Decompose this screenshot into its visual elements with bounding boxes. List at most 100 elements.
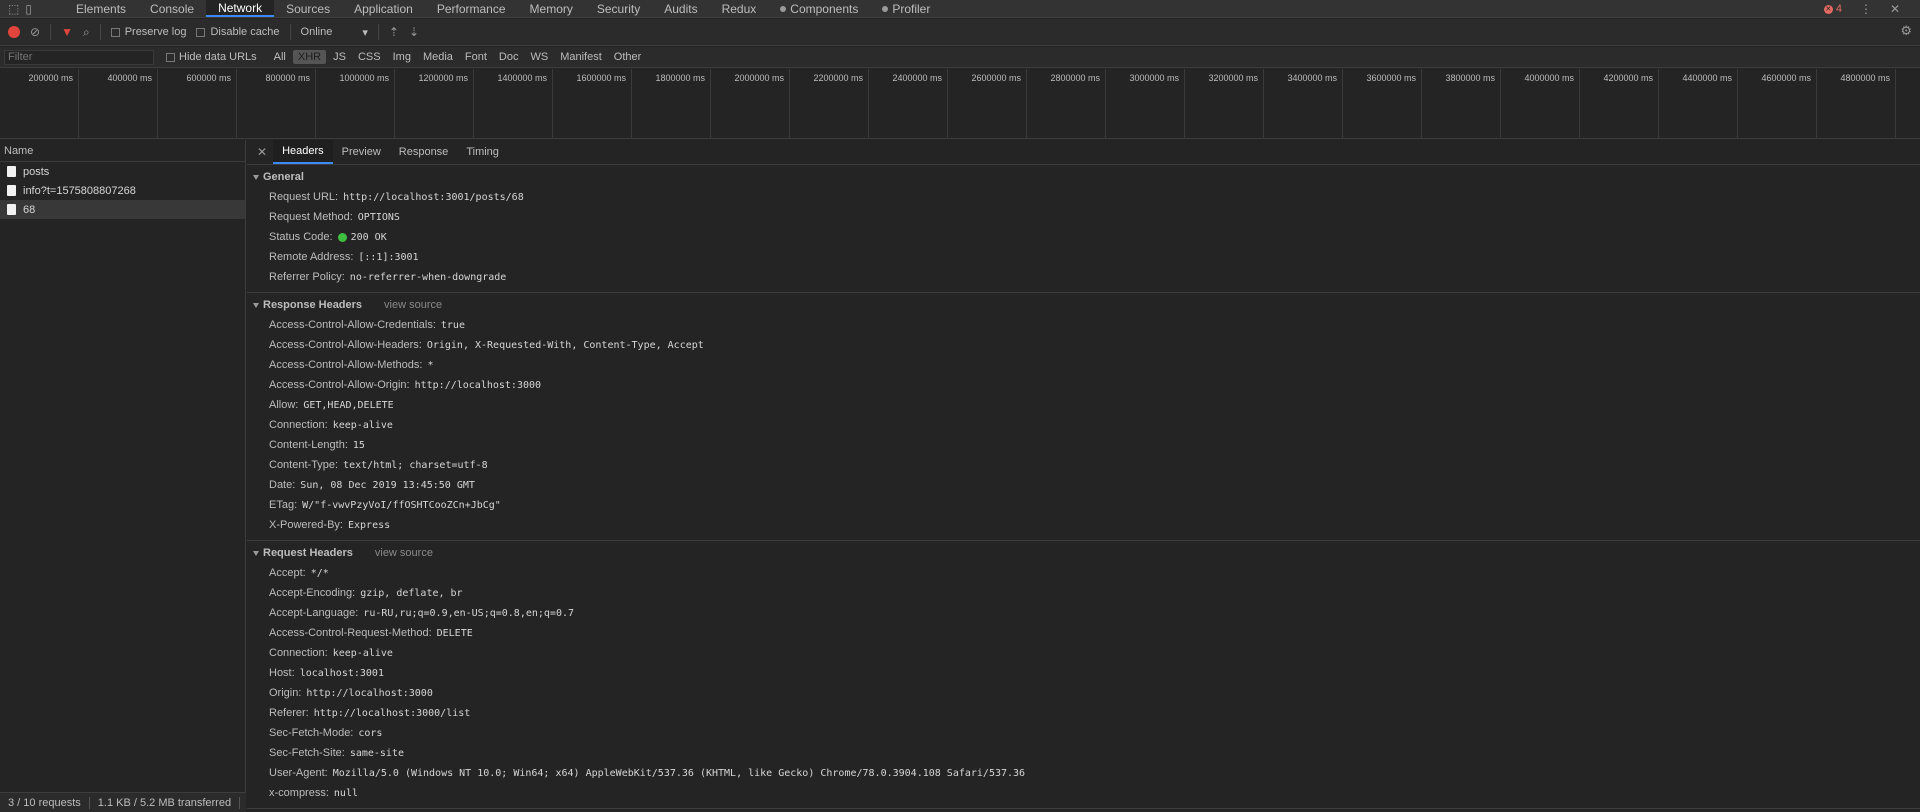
request-row[interactable]: 68	[0, 200, 245, 219]
type-filter-font[interactable]: Font	[460, 50, 492, 64]
timeline-gridline: 2600000 ms	[948, 69, 1027, 139]
timeline-gridline: 2400000 ms	[869, 69, 948, 139]
header-row: Access-Control-Allow-Origin: http://local…	[247, 375, 1920, 395]
timeline-gridline: 3000000 ms	[1106, 69, 1185, 139]
filter-icon[interactable]: ▼	[61, 25, 73, 39]
react-icon	[882, 5, 889, 12]
hide-data-urls-checkbox[interactable]: Hide data URLs	[166, 51, 257, 63]
toolbar-divider	[377, 24, 379, 40]
timeline-tick-label: 2200000 ms	[813, 73, 863, 83]
tab-sources[interactable]: Sources	[274, 0, 342, 17]
timeline-gridline: 1400000 ms	[474, 69, 553, 139]
type-filter-ws[interactable]: WS	[525, 50, 553, 64]
search-icon[interactable]: ⌕	[83, 26, 90, 38]
record-button[interactable]	[8, 26, 20, 38]
header-row: X-Powered-By: Express	[247, 515, 1920, 535]
tab-response[interactable]: Response	[390, 140, 458, 164]
header-key: Status Code:	[269, 231, 333, 243]
header-value: 200 OK	[350, 231, 387, 243]
close-icon[interactable]: ✕	[253, 140, 273, 164]
tab-network[interactable]: Network	[206, 0, 275, 17]
header-key: Access-Control-Allow-Origin:	[269, 379, 410, 391]
header-row: Date: Sun, 08 Dec 2019 13:45:50 GMT	[247, 475, 1920, 495]
header-row: Host: localhost:3001	[247, 663, 1920, 683]
timeline-gridline: 1800000 ms	[632, 69, 711, 139]
timeline-tick-label: 3600000 ms	[1366, 73, 1416, 83]
type-filter-js[interactable]: JS	[328, 50, 351, 64]
request-detail-pane: ✕ Headers Preview Response Timing Genera…	[247, 140, 1920, 812]
header-value: http://localhost:3000	[306, 687, 433, 699]
timeline-tick-label: 1800000 ms	[655, 73, 705, 83]
header-row: Access-Control-Request-Method: DELETE	[247, 623, 1920, 643]
error-count-badge[interactable]: ✕ 4	[1823, 3, 1842, 15]
type-filter-media[interactable]: Media	[418, 50, 458, 64]
header-row: Allow: GET,HEAD,DELETE	[247, 395, 1920, 415]
throttling-select[interactable]: Online ▾	[301, 26, 368, 39]
export-har-icon[interactable]: ⇣	[409, 26, 419, 38]
header-key: Accept-Language:	[269, 607, 359, 619]
tab-memory[interactable]: Memory	[518, 0, 585, 17]
tab-redux[interactable]: Redux	[710, 0, 769, 17]
tab-security[interactable]: Security	[585, 0, 652, 17]
document-icon	[7, 166, 16, 177]
timeline-tick-label: 200000 ms	[28, 73, 73, 83]
type-filter-all[interactable]: All	[269, 50, 291, 64]
close-icon[interactable]: ✕	[1890, 3, 1900, 15]
timeline-tick-label: 4600000 ms	[1761, 73, 1811, 83]
import-har-icon[interactable]: ⇡	[389, 26, 399, 38]
request-row[interactable]: info?t=1575808807268	[0, 181, 245, 200]
name-column-header[interactable]: Name	[0, 140, 245, 162]
tabbar-left-tools: ⬚ ▯	[0, 0, 64, 17]
header-row: Origin: http://localhost:3000	[247, 683, 1920, 703]
tab-headers[interactable]: Headers	[273, 140, 333, 164]
type-filter-css[interactable]: CSS	[353, 50, 386, 64]
tab-console[interactable]: Console	[138, 0, 206, 17]
general-section-header[interactable]: General	[247, 167, 1920, 187]
header-key: Access-Control-Request-Method:	[269, 627, 432, 639]
clear-icon[interactable]: ⊘	[30, 26, 40, 38]
document-icon	[7, 204, 16, 215]
timeline-gridline: 4000000 ms	[1501, 69, 1580, 139]
request-headers-header[interactable]: Request Headers view source	[247, 543, 1920, 563]
panel-tabs: Elements Console Network Sources Applica…	[64, 0, 942, 17]
header-value: Express	[347, 519, 391, 531]
header-key: Accept:	[269, 567, 306, 579]
tab-preview[interactable]: Preview	[333, 140, 390, 164]
type-filter-manifest[interactable]: Manifest	[555, 50, 607, 64]
more-menu-icon[interactable]: ⋮	[1860, 3, 1872, 15]
gear-icon[interactable]: ⚙	[1900, 23, 1912, 39]
header-value: null	[333, 787, 358, 799]
type-filter-doc[interactable]: Doc	[494, 50, 524, 64]
response-headers-header[interactable]: Response Headers view source	[247, 295, 1920, 315]
disable-cache-checkbox[interactable]: Disable cache	[196, 26, 280, 38]
tab-audits[interactable]: Audits	[652, 0, 709, 17]
view-source-link[interactable]: view source	[375, 547, 433, 559]
request-row[interactable]: posts	[0, 162, 245, 181]
device-toolbar-icon[interactable]: ▯	[25, 3, 32, 15]
filter-input[interactable]	[4, 49, 154, 65]
inspect-element-icon[interactable]: ⬚	[8, 3, 19, 15]
timeline-tick-label: 1600000 ms	[576, 73, 626, 83]
header-key: ETag:	[269, 499, 298, 511]
timeline-tick-label: 3800000 ms	[1445, 73, 1495, 83]
tab-elements[interactable]: Elements	[64, 0, 138, 17]
type-filter-other[interactable]: Other	[609, 50, 647, 64]
timeline-tick-label: 600000 ms	[186, 73, 231, 83]
tab-profiler[interactable]: Profiler	[870, 0, 942, 17]
view-source-link[interactable]: view source	[384, 299, 442, 311]
tab-performance[interactable]: Performance	[425, 0, 518, 17]
header-key: Access-Control-Allow-Headers:	[269, 339, 422, 351]
resource-type-filters: All XHR JS CSS Img Media Font Doc WS Man…	[269, 50, 647, 64]
preserve-log-checkbox[interactable]: Preserve log	[110, 26, 186, 38]
type-filter-img[interactable]: Img	[388, 50, 416, 64]
tab-timing[interactable]: Timing	[457, 140, 508, 164]
header-value: GET,HEAD,DELETE	[303, 399, 394, 411]
header-row: Access-Control-Allow-Headers: Origin, X-R…	[247, 335, 1920, 355]
timeline-overview[interactable]: 200000 ms 400000 ms 600000 ms 800000 ms 1000…	[0, 69, 1920, 139]
header-row: Referrer Policy: no-referrer-when-downgr…	[247, 267, 1920, 287]
tab-application[interactable]: Application	[342, 0, 425, 17]
document-icon	[7, 185, 16, 196]
tab-components[interactable]: Components	[768, 0, 870, 17]
type-filter-xhr[interactable]: XHR	[292, 50, 327, 64]
header-value: keep-alive	[332, 647, 393, 659]
